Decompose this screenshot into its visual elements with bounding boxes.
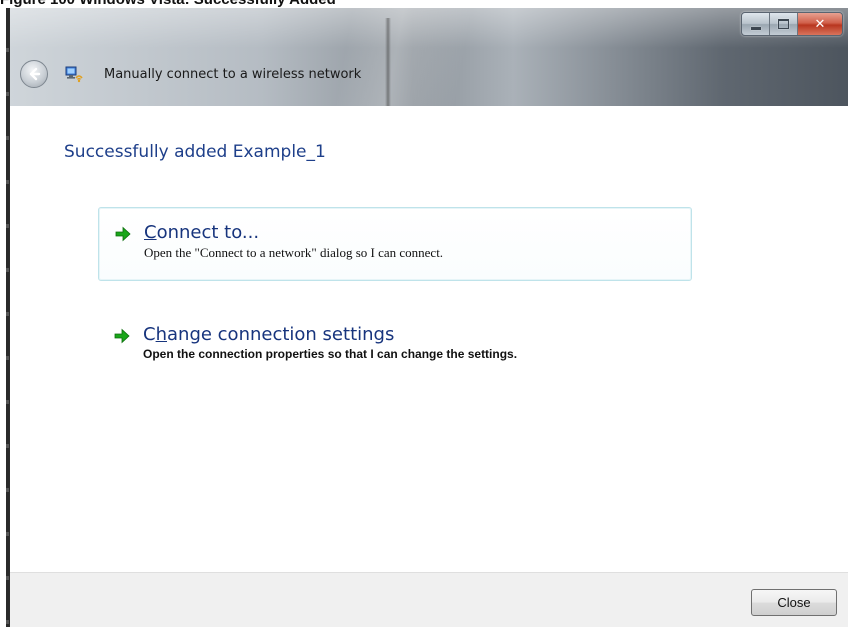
close-window-button[interactable]: ✕ bbox=[798, 13, 842, 35]
change-connection-settings-description: Open the connection properties so that I… bbox=[143, 347, 518, 361]
green-arrow-icon bbox=[115, 226, 131, 242]
window-controls: ✕ bbox=[741, 12, 843, 36]
close-button[interactable]: Close bbox=[751, 589, 837, 616]
connect-to-link[interactable]: Connect to... Open the "Connect to a net… bbox=[98, 207, 692, 281]
connect-to-description: Open the "Connect to a network" dialog s… bbox=[144, 245, 444, 260]
dialog-footer: Close bbox=[10, 572, 848, 627]
change-connection-settings-text: Change connection settings Open the conn… bbox=[143, 324, 517, 363]
minimize-button[interactable] bbox=[742, 13, 770, 35]
maximize-icon bbox=[778, 19, 789, 29]
connect-to-title: Connect to... bbox=[144, 222, 260, 243]
navigation-row: Manually connect to a wireless network bbox=[20, 59, 361, 89]
dialog-window: ✕ Manually connect to a wireless network… bbox=[9, 8, 848, 627]
wireless-network-icon bbox=[64, 65, 84, 83]
page: Figure 100 Windows Vista: Successfully A… bbox=[0, 0, 848, 627]
change-connection-settings-title: Change connection settings bbox=[143, 324, 395, 345]
page-heading: Successfully added Example_1 bbox=[64, 142, 326, 162]
change-settings-accelerator: h bbox=[155, 324, 167, 345]
change-connection-settings-link[interactable]: Change connection settings Open the conn… bbox=[98, 324, 692, 384]
connect-to-accelerator: C bbox=[144, 222, 157, 243]
content-area: Successfully added Example_1 Connect to.… bbox=[10, 106, 848, 572]
title-bar-shine bbox=[10, 8, 848, 48]
title-bar-reflection bbox=[385, 18, 391, 106]
back-button[interactable] bbox=[20, 60, 48, 88]
title-bar[interactable]: ✕ Manually connect to a wireless network bbox=[10, 8, 848, 106]
figure-caption-strip: Figure 100 Windows Vista: Successfully A… bbox=[0, 0, 848, 8]
green-arrow-icon bbox=[114, 328, 130, 344]
window-title: Manually connect to a wireless network bbox=[104, 66, 362, 82]
figure-caption: Figure 100 Windows Vista: Successfully A… bbox=[0, 0, 336, 8]
minimize-icon bbox=[750, 26, 761, 30]
maximize-button[interactable] bbox=[770, 13, 798, 35]
close-icon: ✕ bbox=[814, 16, 826, 32]
back-arrow-icon bbox=[29, 67, 41, 81]
left-window-border bbox=[0, 8, 9, 627]
connect-to-text: Connect to... Open the "Connect to a net… bbox=[144, 222, 443, 261]
